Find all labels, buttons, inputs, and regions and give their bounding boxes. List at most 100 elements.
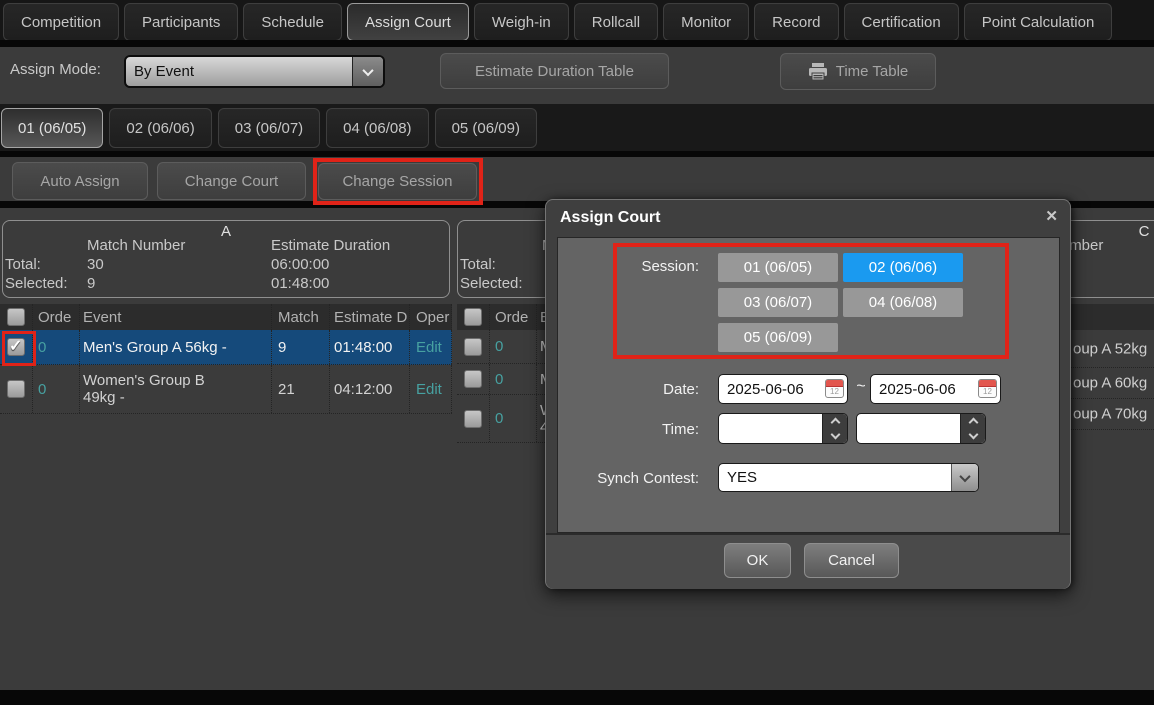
edit-link[interactable]: Edit [410,365,452,413]
row-match: 21 [272,365,330,413]
row-checkbox[interactable] [0,330,33,364]
tab-rollcall[interactable]: Rollcall [574,3,658,41]
session-tab-bar: 01 (06/05) 02 (06/06) 03 (06/07) 04 (06/… [0,104,1154,151]
assign-mode-value: By Event [134,63,194,80]
row-checkbox[interactable] [457,330,490,363]
row-order: 0 [33,330,80,364]
session-tab-04[interactable]: 04 (06/08) [326,108,428,148]
date-to-input[interactable]: 2025-06-06 [870,374,1001,404]
row-checkbox[interactable] [457,364,490,394]
time-spinner[interactable] [822,414,847,443]
cancel-button[interactable]: Cancel [804,543,899,578]
col-operate: Oper [410,304,452,330]
dialog-footer: OK Cancel [546,533,1070,589]
estimate-duration-table-label: Estimate Duration Table [475,63,634,80]
col-order: Orde [33,304,80,330]
dialog-title: Assign Court [560,209,660,227]
session-option-02[interactable]: 02 (06/06) [843,253,963,282]
row-checkbox[interactable] [0,365,33,413]
time-from-input[interactable] [718,413,848,444]
tab-schedule[interactable]: Schedule [243,3,342,41]
ok-button[interactable]: OK [724,543,791,578]
assign-court-dialog: Assign Court ✕ Session: 01 (06/05) 02 (0… [545,199,1071,589]
divider [0,40,1154,47]
time-label: Time: [546,421,699,438]
time-to-input[interactable] [856,413,986,444]
close-icon[interactable]: ✕ [1045,207,1058,225]
time-spinner[interactable] [960,414,985,443]
assign-mode-select[interactable]: By Event [124,55,385,88]
session-option-04[interactable]: 04 (06/08) [843,288,963,317]
select-all-checkbox[interactable] [457,304,490,330]
change-court-button[interactable]: Change Court [157,162,306,200]
session-label: Session: [546,258,699,275]
chevron-up-icon[interactable] [968,418,978,428]
chevron-down-icon[interactable] [830,430,840,440]
calendar-icon[interactable] [978,379,997,398]
col-event: Event [80,304,272,330]
tab-weigh-in[interactable]: Weigh-in [474,3,569,41]
checkmark-icon [7,338,25,356]
row-order: 0 [490,364,537,394]
court-a-selected-matches: 9 [87,275,95,292]
date-from-input[interactable]: 2025-06-06 [718,374,848,404]
total-label: Total: [5,256,41,273]
change-session-label: Change Session [342,173,452,190]
date-from-value: 2025-06-06 [727,381,804,398]
calendar-icon[interactable] [825,379,844,398]
table-row[interactable]: 0 Women's Group B 49kg - 21 04:12:00 Edi… [0,365,452,414]
change-session-button[interactable]: Change Session [318,163,477,200]
estimate-duration-label: Estimate Duration [271,237,390,254]
tab-assign-court[interactable]: Assign Court [347,3,469,41]
main-tab-bar: Competition Participants Schedule Assign… [0,0,1154,40]
selected-label: Selected: [460,275,523,292]
edit-link[interactable]: Edit [410,330,452,364]
selected-label: Selected: [5,275,68,292]
tab-participants[interactable]: Participants [124,3,238,41]
chevron-down-icon [951,464,978,491]
row-estimate: 01:48:00 [330,330,410,364]
auto-assign-button[interactable]: Auto Assign [12,162,148,200]
session-tab-03[interactable]: 03 (06/07) [218,108,320,148]
chevron-up-icon[interactable] [830,418,840,428]
session-option-03[interactable]: 03 (06/07) [718,288,838,317]
time-table-button[interactable]: Time Table [780,53,936,90]
auto-assign-label: Auto Assign [40,173,119,190]
assign-mode-label: Assign Mode: [10,61,101,78]
chevron-down-icon[interactable] [968,430,978,440]
match-number-label: Match Number [87,237,185,254]
court-a-total-duration: 06:00:00 [271,256,329,273]
session-tab-02[interactable]: 02 (06/06) [109,108,211,148]
session-tab-05[interactable]: 05 (06/09) [435,108,537,148]
bottom-bar [0,690,1154,705]
date-to-value: 2025-06-06 [879,381,956,398]
estimate-duration-table-button[interactable]: Estimate Duration Table [440,53,669,89]
change-court-label: Change Court [185,173,278,190]
tab-competition[interactable]: Competition [3,3,119,41]
row-event: oup A 60kg [1073,375,1147,392]
date-range-separator: ~ [852,378,870,396]
tab-record[interactable]: Record [754,3,838,41]
synch-contest-select[interactable]: YES [718,463,979,492]
table-row[interactable]: 0 Men's Group A 56kg - 9 01:48:00 Edit [0,330,452,365]
session-option-05[interactable]: 05 (06/09) [718,323,838,352]
court-a-total-matches: 30 [87,256,104,273]
row-event: oup A 52kg [1073,340,1147,357]
select-all-checkbox[interactable] [0,304,33,330]
row-event: oup A 70kg [1073,406,1147,423]
row-checkbox[interactable] [457,395,490,442]
tab-certification[interactable]: Certification [844,3,959,41]
court-a-selected-duration: 01:48:00 [271,275,329,292]
tab-point-calculation[interactable]: Point Calculation [964,3,1113,41]
tab-monitor[interactable]: Monitor [663,3,749,41]
session-option-01[interactable]: 01 (06/05) [718,253,838,282]
total-label: Total: [460,256,496,273]
col-estimate: Estimate D [330,304,410,330]
row-order: 0 [490,395,537,442]
col-match: Match [272,304,330,330]
app-window: Competition Participants Schedule Assign… [0,0,1154,705]
row-order: 0 [490,330,537,363]
row-event: Men's Group A 56kg - [80,330,272,364]
session-tab-01[interactable]: 01 (06/05) [1,108,103,148]
printer-icon [808,63,828,81]
